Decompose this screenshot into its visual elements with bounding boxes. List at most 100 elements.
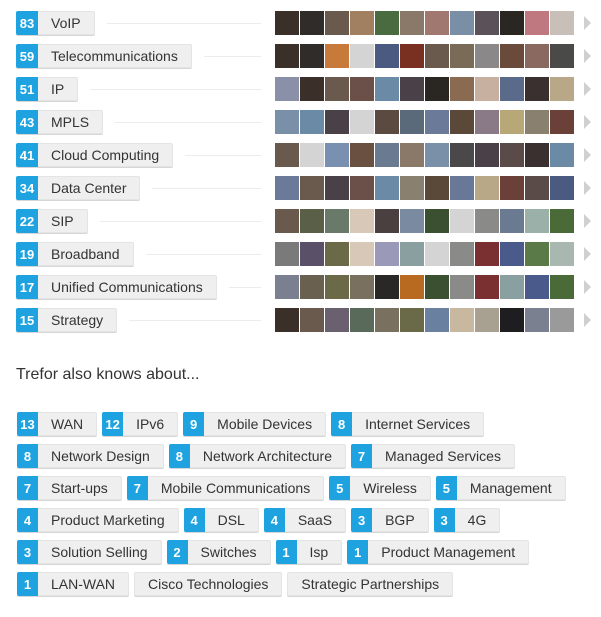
endorsement-count-badge[interactable]: 5	[329, 476, 351, 500]
skill-pill[interactable]: 1 LAN-WAN	[17, 572, 130, 596]
skill-name[interactable]: Managed Services	[372, 444, 515, 468]
endorser-avatar[interactable]	[300, 77, 324, 101]
skill-name[interactable]: Network Architecture	[189, 444, 346, 468]
endorsement-count-badge[interactable]: 83	[16, 11, 38, 35]
more-endorsers-arrow-icon[interactable]	[584, 181, 591, 195]
skill-name[interactable]: VoIP	[38, 11, 95, 35]
endorser-avatar[interactable]	[425, 44, 449, 68]
endorser-avatar[interactable]	[350, 242, 374, 266]
endorser-avatar[interactable]	[550, 176, 574, 200]
skill-pill[interactable]: 12 IPv6	[102, 412, 179, 436]
endorsement-count-badge[interactable]: 17	[16, 275, 38, 299]
skill-name[interactable]: Isp	[296, 540, 343, 564]
endorser-avatar[interactable]	[475, 44, 499, 68]
skill-name[interactable]: Start-ups	[38, 476, 122, 500]
endorser-avatar[interactable]	[500, 275, 524, 299]
endorser-avatar[interactable]	[275, 308, 299, 332]
endorser-avatar[interactable]	[300, 143, 324, 167]
endorser-avatar[interactable]	[550, 77, 574, 101]
endorser-avatar[interactable]	[475, 11, 499, 35]
endorser-avatar[interactable]	[425, 308, 449, 332]
endorser-avatar[interactable]	[300, 11, 324, 35]
skill-pill[interactable]: 3 Solution Selling	[17, 540, 162, 564]
skill-pill[interactable]: 19 Broadband	[16, 242, 134, 266]
skill-pill[interactable]: 8 Network Architecture	[168, 444, 346, 468]
skill-pill[interactable]: 7 Start-ups	[17, 476, 122, 500]
skill-name[interactable]: WAN	[38, 412, 98, 436]
endorser-avatar[interactable]	[300, 44, 324, 68]
skill-pill[interactable]: 17 Unified Communications	[16, 275, 217, 299]
endorsement-count-badge[interactable]: 7	[126, 476, 148, 500]
endorsement-count-badge[interactable]: 4	[17, 508, 38, 532]
endorser-avatar[interactable]	[525, 209, 549, 233]
endorsement-count-badge[interactable]: 9	[183, 412, 205, 436]
endorsement-count-badge[interactable]: 51	[16, 77, 38, 101]
endorser-avatar[interactable]	[475, 110, 499, 134]
endorser-avatar[interactable]	[550, 11, 574, 35]
endorsement-count-badge[interactable]: 7	[351, 444, 372, 468]
skill-name[interactable]: Unified Communications	[38, 275, 217, 299]
skill-name[interactable]: 4G	[454, 508, 501, 532]
endorser-avatar[interactable]	[350, 176, 374, 200]
endorser-avatar[interactable]	[450, 143, 474, 167]
endorser-avatar[interactable]	[500, 176, 524, 200]
skill-name[interactable]: Wireless	[350, 476, 431, 500]
skill-pill[interactable]: Strategic Partnerships	[287, 572, 454, 596]
endorsement-count-badge[interactable]: 8	[331, 412, 353, 436]
endorser-avatar[interactable]	[550, 209, 574, 233]
endorsement-count-badge[interactable]: 4	[183, 508, 205, 532]
skill-pill[interactable]: 8 Network Design	[17, 444, 164, 468]
endorser-avatar[interactable]	[400, 275, 424, 299]
endorser-avatar[interactable]	[375, 176, 399, 200]
endorser-avatar[interactable]	[550, 242, 574, 266]
endorser-avatar[interactable]	[500, 143, 524, 167]
endorsement-count-badge[interactable]: 43	[16, 110, 38, 134]
endorser-avatar[interactable]	[475, 242, 499, 266]
endorser-avatar[interactable]	[525, 242, 549, 266]
endorser-avatar[interactable]	[300, 176, 324, 200]
skill-pill[interactable]: 5 Wireless	[329, 476, 431, 500]
endorser-avatar[interactable]	[350, 275, 374, 299]
more-endorsers-arrow-icon[interactable]	[584, 280, 591, 294]
more-endorsers-arrow-icon[interactable]	[584, 82, 591, 96]
endorser-avatar[interactable]	[500, 308, 524, 332]
endorser-avatar[interactable]	[325, 77, 349, 101]
endorser-avatar[interactable]	[550, 143, 574, 167]
endorser-avatar[interactable]	[550, 275, 574, 299]
endorser-avatar[interactable]	[475, 176, 499, 200]
skill-name[interactable]: Data Center	[38, 176, 141, 200]
skill-name[interactable]: Product Marketing	[38, 508, 179, 532]
endorsement-count-badge[interactable]: 15	[16, 308, 38, 332]
endorser-avatar[interactable]	[375, 44, 399, 68]
endorser-avatar[interactable]	[375, 143, 399, 167]
endorser-avatar[interactable]	[325, 308, 349, 332]
skill-pill[interactable]: 3 4G	[433, 508, 501, 532]
endorser-avatar[interactable]	[325, 110, 349, 134]
endorser-avatar[interactable]	[550, 110, 574, 134]
endorser-avatar[interactable]	[400, 77, 424, 101]
skill-pill[interactable]: 7 Managed Services	[351, 444, 515, 468]
endorser-avatar[interactable]	[350, 44, 374, 68]
endorser-avatar[interactable]	[350, 143, 374, 167]
endorser-avatar[interactable]	[425, 275, 449, 299]
endorser-avatar[interactable]	[500, 44, 524, 68]
skill-name[interactable]: Strategic Partnerships	[287, 572, 454, 596]
endorser-avatar[interactable]	[475, 77, 499, 101]
skill-name[interactable]: IP	[38, 77, 79, 101]
endorsement-count-badge[interactable]: 4	[263, 508, 285, 532]
endorser-avatar[interactable]	[275, 275, 299, 299]
endorser-avatar[interactable]	[500, 11, 524, 35]
endorser-avatar[interactable]	[350, 77, 374, 101]
skill-name[interactable]: Mobile Devices	[204, 412, 327, 436]
endorser-avatar[interactable]	[350, 11, 374, 35]
endorser-avatar[interactable]	[375, 110, 399, 134]
endorser-avatar[interactable]	[450, 242, 474, 266]
endorser-avatar[interactable]	[275, 176, 299, 200]
skill-name[interactable]: Strategy	[38, 308, 118, 332]
endorser-avatar[interactable]	[525, 110, 549, 134]
endorser-avatar[interactable]	[325, 11, 349, 35]
endorser-avatar[interactable]	[275, 44, 299, 68]
endorser-avatar[interactable]	[525, 143, 549, 167]
endorser-avatar[interactable]	[525, 77, 549, 101]
endorser-avatar[interactable]	[500, 77, 524, 101]
